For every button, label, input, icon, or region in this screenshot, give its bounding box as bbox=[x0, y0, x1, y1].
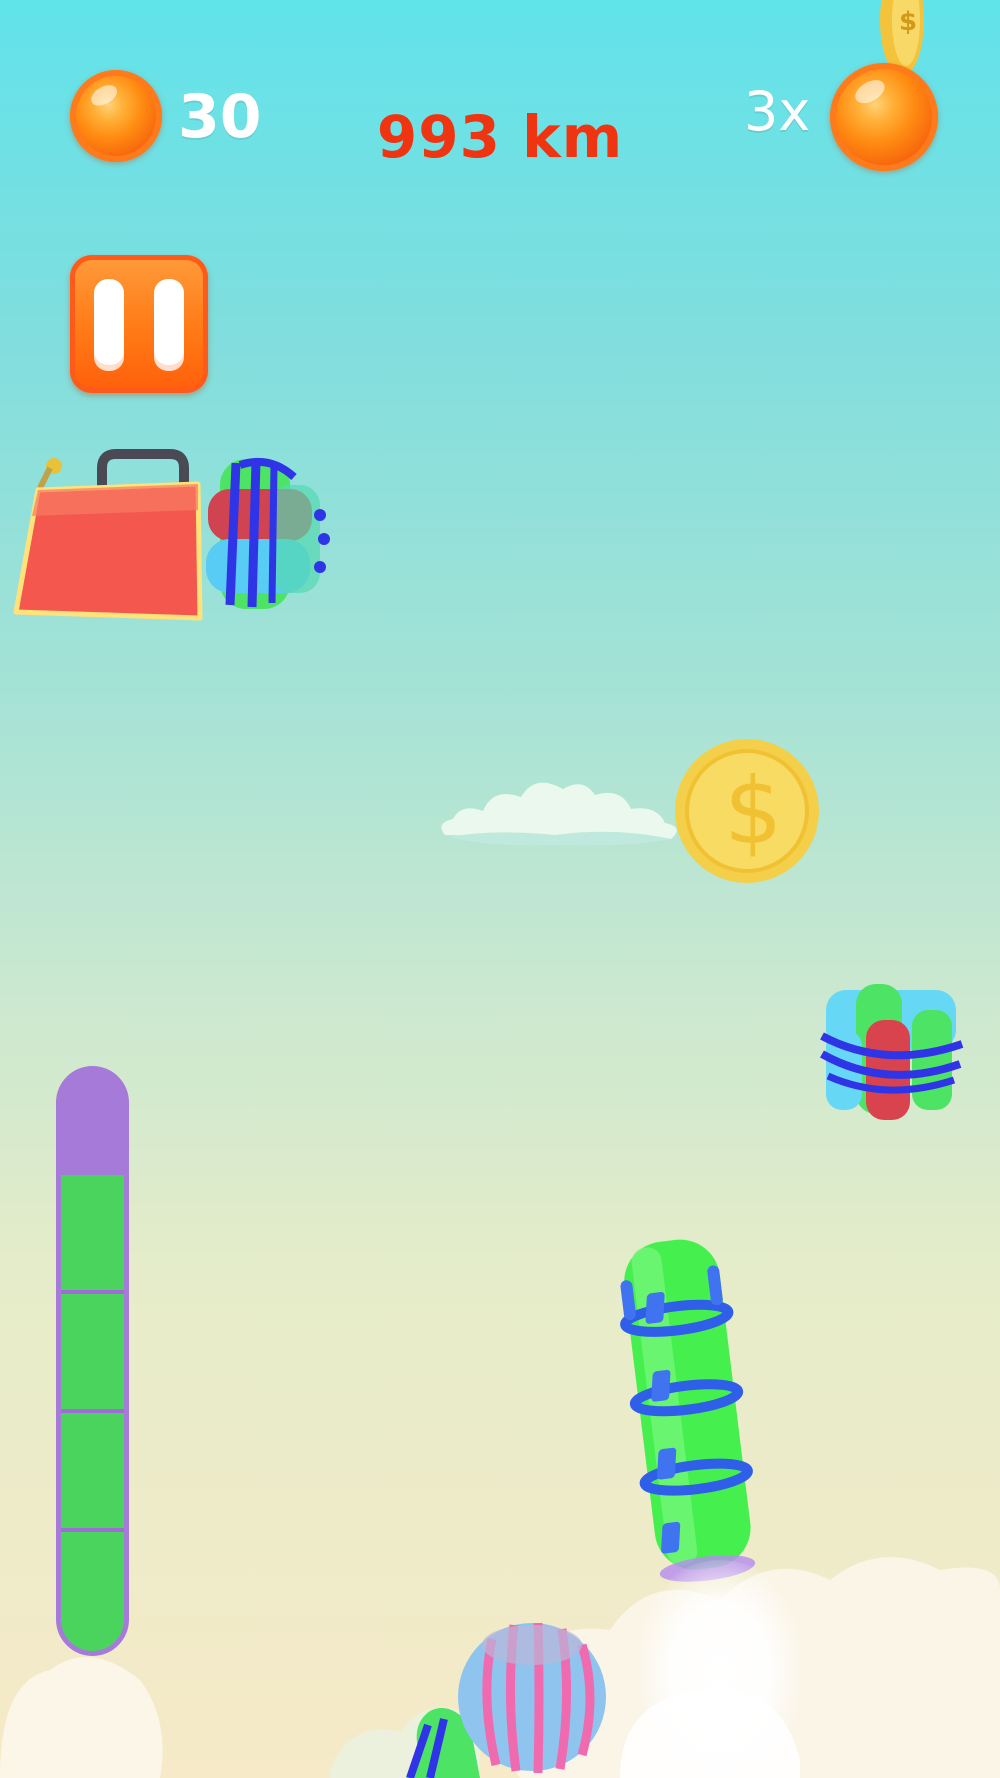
multiplier-coin-icon bbox=[830, 63, 938, 171]
svg-text:$: $ bbox=[899, 7, 917, 37]
rocket-icon bbox=[620, 1239, 756, 1582]
fuel-gauge-tick bbox=[61, 1528, 124, 1532]
svg-text:$: $ bbox=[724, 758, 783, 865]
cloud-icon bbox=[441, 782, 677, 846]
bottle-bundle-icon bbox=[820, 984, 964, 1120]
fuel-can-icon bbox=[13, 449, 203, 621]
fuel-gauge-tick bbox=[61, 1290, 124, 1294]
bottle-bundle-icon bbox=[206, 458, 330, 609]
game-scene[interactable]: 30 993 km $ 3x $ bbox=[0, 0, 1000, 1778]
fuel-gauge bbox=[56, 1066, 129, 1656]
fuel-gauge-tick bbox=[61, 1409, 124, 1413]
multiplier-label: 3x bbox=[744, 80, 811, 143]
dollar-coin-icon: $ bbox=[675, 739, 819, 883]
fuel-gauge-fill bbox=[61, 1175, 124, 1651]
rocket-exhaust bbox=[640, 1560, 800, 1778]
balloon-icon bbox=[406, 1622, 606, 1778]
pause-button[interactable] bbox=[70, 255, 208, 393]
